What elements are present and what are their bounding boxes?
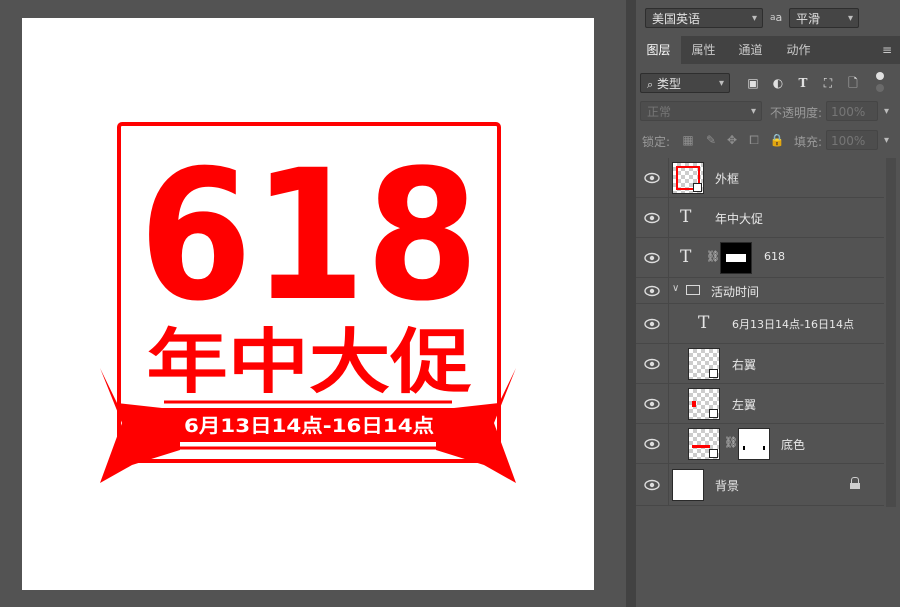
- chevron-down-icon: ▾: [718, 78, 724, 89]
- fill-field[interactable]: 100% ▾: [826, 130, 889, 150]
- lock-all-icon[interactable]: 🔒: [769, 132, 785, 148]
- image-filter-icon[interactable]: ▣: [744, 74, 762, 92]
- layer-thumbnail: [688, 388, 720, 420]
- language-value: 美国英语: [652, 12, 701, 26]
- layer-row-background[interactable]: 背景: [636, 464, 884, 506]
- eye-icon[interactable]: [644, 212, 660, 224]
- layer-row-618[interactable]: T ⛓ 618: [636, 238, 884, 278]
- layer-name: 底色: [781, 438, 806, 452]
- layer-mask-thumbnail[interactable]: [738, 428, 770, 460]
- layer-name: 右翼: [732, 358, 757, 372]
- ribbon-text: 6月13日14点-16日14点: [184, 415, 434, 437]
- thumb-red-bar: [692, 445, 710, 448]
- shape-filter-icon[interactable]: ⛶: [819, 74, 837, 92]
- eye-icon[interactable]: [644, 318, 660, 330]
- lock-artboard-icon[interactable]: ⧠: [746, 132, 762, 148]
- layer-row-base-color[interactable]: ⛓ 底色: [636, 424, 884, 464]
- layer-name: 左翼: [732, 398, 757, 412]
- smart-object-badge-icon: [709, 369, 718, 378]
- panel-menu-icon[interactable]: ≡: [882, 36, 892, 64]
- link-chain-icon[interactable]: ⛓: [724, 436, 738, 449]
- smart-object-filter-icon[interactable]: 🗋: [844, 74, 862, 92]
- layer-mask-thumbnail[interactable]: [720, 242, 752, 274]
- folder-icon: [686, 285, 700, 295]
- layer-thumbnail: [688, 348, 720, 380]
- tab-layers[interactable]: 图层: [636, 36, 681, 64]
- layer-row-left-wing[interactable]: 左翼: [636, 384, 884, 424]
- layer-name: 背景: [715, 479, 740, 493]
- eye-icon[interactable]: [644, 172, 660, 184]
- layer-row-right-wing[interactable]: 右翼: [636, 344, 884, 384]
- eye-icon[interactable]: [644, 358, 660, 370]
- antialias-select[interactable]: 平滑 ▾: [789, 8, 859, 28]
- text-layer-icon: T: [680, 247, 692, 267]
- layer-row-headline[interactable]: T 年中大促: [636, 198, 884, 238]
- layer-name: 6月13日14点-16日14点: [732, 318, 854, 331]
- language-select[interactable]: 美国英语 ▾: [645, 8, 763, 28]
- antialias-value: 平滑: [796, 12, 821, 26]
- filter-kind-label: 类型: [657, 77, 682, 91]
- type-filter-icon[interactable]: T: [794, 74, 812, 92]
- adjustment-filter-icon[interactable]: ◐: [769, 74, 787, 92]
- eye-icon[interactable]: [644, 252, 660, 264]
- lock-image-icon[interactable]: ✎: [703, 132, 719, 148]
- chevron-down-icon[interactable]: ∨: [672, 283, 679, 294]
- layer-name: 618: [764, 250, 785, 263]
- eye-icon[interactable]: [644, 398, 660, 410]
- blend-mode-select[interactable]: 正常 ▾: [640, 101, 762, 121]
- layer-name: 外框: [715, 172, 740, 186]
- lock-label: 锁定:: [642, 135, 671, 149]
- eye-icon[interactable]: [644, 479, 660, 491]
- canvas-workspace[interactable]: 618 年中大促 6月13日14点-16日14点: [0, 0, 626, 607]
- text-layer-icon: T: [680, 207, 692, 227]
- tab-properties[interactable]: 属性: [681, 36, 726, 64]
- smart-object-badge-icon: [693, 183, 702, 192]
- chevron-down-icon: ▾: [847, 13, 853, 24]
- text-layer-icon: T: [698, 313, 710, 333]
- lock-position-icon[interactable]: ✥: [724, 132, 740, 148]
- poster-artwork: 618 年中大促 6月13日14点-16日14点: [100, 122, 516, 483]
- lock-icon[interactable]: [850, 477, 860, 489]
- layer-thumbnail: [688, 428, 720, 460]
- toggle-filter-icon[interactable]: [876, 72, 884, 92]
- headline-text: 年中大促: [147, 321, 472, 403]
- link-chain-icon[interactable]: ⛓: [706, 250, 720, 263]
- blend-mode-value: 正常: [647, 105, 672, 119]
- lock-transparent-icon[interactable]: ▦: [680, 132, 696, 148]
- chevron-down-icon: ▾: [883, 135, 889, 146]
- fill-label: 填充:: [794, 135, 823, 149]
- document-canvas[interactable]: 618 年中大促 6月13日14点-16日14点: [22, 18, 594, 590]
- tab-actions[interactable]: 动作: [776, 36, 821, 64]
- opacity-label: 不透明度:: [770, 106, 823, 120]
- panel-tabs: 图层 属性 通道 动作: [636, 36, 900, 64]
- antialias-icon: aa: [770, 11, 783, 24]
- layer-thumbnail: [672, 162, 704, 194]
- search-icon: ⌕: [647, 78, 654, 91]
- panel-divider[interactable]: [626, 0, 636, 607]
- layers-panel: 美国英语 ▾ aa 平滑 ▾ 图层 属性 通道 动作 ≡ ⌕ 类型 ▾ ▣ ◐ …: [636, 0, 900, 607]
- smart-object-badge-icon: [709, 449, 718, 458]
- smart-object-badge-icon: [709, 409, 718, 418]
- tab-channels[interactable]: 通道: [728, 36, 773, 64]
- layer-thumbnail: [672, 469, 704, 501]
- eye-icon[interactable]: [644, 285, 660, 297]
- layer-row-date[interactable]: T 6月13日14点-16日14点: [636, 304, 884, 344]
- layer-row-outer-frame[interactable]: 外框: [636, 158, 884, 198]
- layer-name: 年中大促: [715, 212, 764, 226]
- chevron-down-icon: ▾: [883, 106, 889, 117]
- chevron-down-icon: ▾: [750, 106, 756, 117]
- thumb-red-mark: [692, 401, 696, 407]
- big-number-618: 618: [139, 132, 479, 341]
- layer-filter-select[interactable]: ⌕ 类型 ▾: [640, 73, 730, 93]
- layers-scrollbar[interactable]: [886, 158, 896, 507]
- layer-group-row[interactable]: ∨ 活动时间: [636, 278, 884, 304]
- eye-icon[interactable]: [644, 438, 660, 450]
- layer-name: 活动时间: [711, 285, 760, 299]
- opacity-field[interactable]: 100% ▾: [826, 101, 889, 121]
- chevron-down-icon: ▾: [751, 13, 757, 24]
